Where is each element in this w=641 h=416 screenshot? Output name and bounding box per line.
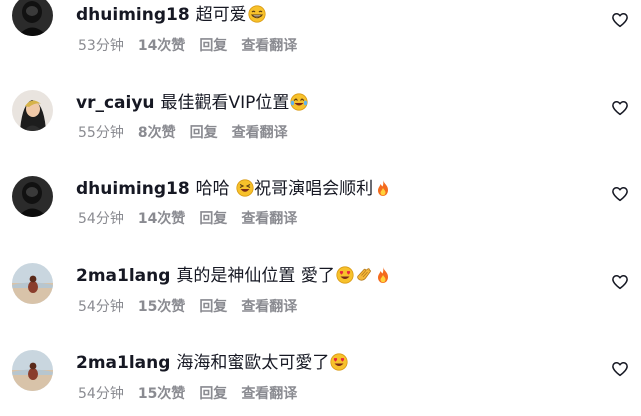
comment-header: vr_caiyu 最佳觀看VIP位置 [76, 90, 309, 116]
fire-emoji [374, 266, 392, 284]
like-count: 8次赞 [137, 125, 176, 141]
like-count: 15次赞 [137, 386, 186, 402]
translate-button[interactable]: 查看翻译 [241, 299, 297, 315]
comment-item: dhuiming18 哈哈 祝哥演唱会顺利 54分钟 14次赞 回复 查看翻译 [0, 172, 641, 252]
dark-avatar-image [12, 0, 53, 36]
comment-header: dhuiming18 哈哈 祝哥演唱会顺利 [76, 176, 392, 202]
comment-meta: 54分钟 15次赞 回复 查看翻译 [78, 384, 311, 404]
heart-eyes-emoji [330, 353, 349, 371]
comment-time: 54分钟 [78, 299, 124, 315]
reply-button[interactable]: 回复 [199, 211, 227, 227]
reply-button[interactable]: 回复 [199, 386, 227, 402]
landscape-avatar-image [12, 350, 53, 391]
fire-emoji [374, 179, 392, 197]
comment-text: 海海和蜜歐太可愛了 [176, 353, 330, 373]
reply-button[interactable]: 回复 [199, 38, 227, 54]
heart-outline-icon[interactable] [611, 185, 629, 203]
comment-item: 2ma1lang 海海和蜜歐太可愛了 54分钟 15次赞 回复 查看翻译 [0, 346, 641, 416]
comment-meta: 53分钟 14次赞 回复 查看翻译 [78, 36, 311, 56]
reply-button[interactable]: 回复 [199, 299, 227, 315]
comment-text: 超可爱 [195, 5, 247, 25]
translate-button[interactable]: 查看翻译 [241, 211, 297, 227]
reply-button[interactable]: 回复 [190, 125, 218, 141]
dark-avatar-image [12, 176, 53, 217]
username[interactable]: 2ma1lang [76, 353, 170, 373]
grin-emoji [248, 5, 266, 23]
comment-item: 2ma1lang 真的是神仙位置 愛了 54分钟 15次赞 回复 查看翻译 [0, 259, 641, 339]
avatar[interactable] [12, 176, 53, 217]
username[interactable]: dhuiming18 [76, 179, 190, 199]
like-count: 14次赞 [137, 38, 186, 54]
like-count: 15次赞 [137, 299, 186, 315]
translate-button[interactable]: 查看翻译 [232, 125, 288, 141]
heart-eyes-emoji [336, 266, 354, 284]
comment-text-continued: 祝哥演唱会顺利 [254, 179, 374, 199]
comment-text: 最佳觀看VIP位置 [160, 93, 290, 113]
comment-header: 2ma1lang 真的是神仙位置 愛了 [76, 263, 392, 289]
username[interactable]: 2ma1lang [76, 266, 170, 286]
squint-laugh-emoji [236, 179, 254, 197]
avatar[interactable] [12, 90, 53, 131]
comment-meta: 55分钟 8次赞 回复 查看翻译 [78, 123, 302, 143]
comment-time: 53分钟 [78, 38, 124, 54]
comment-text: 真的是神仙位置 愛了 [176, 266, 335, 286]
comment-text: 哈哈 [195, 179, 230, 199]
landscape-avatar-image [12, 263, 53, 304]
comment-header: dhuiming18 超可爱 [76, 2, 266, 28]
heart-outline-icon[interactable] [611, 99, 629, 117]
comment-item: dhuiming18 超可爱 53分钟 14次赞 回复 查看翻译 [0, 0, 641, 80]
translate-button[interactable]: 查看翻译 [241, 38, 297, 54]
username[interactable]: vr_caiyu [76, 93, 155, 113]
comment-meta: 54分钟 15次赞 回复 查看翻译 [78, 297, 311, 317]
laugh-tears-emoji [290, 93, 309, 111]
heart-outline-icon[interactable] [611, 360, 629, 378]
comment-time: 55分钟 [78, 125, 124, 141]
translate-button[interactable]: 查看翻译 [241, 386, 297, 402]
clap-emoji [355, 266, 373, 284]
comment-header: 2ma1lang 海海和蜜歐太可愛了 [76, 350, 349, 376]
avatar[interactable] [12, 263, 53, 304]
comment-meta: 54分钟 14次赞 回复 查看翻译 [78, 209, 311, 229]
heart-outline-icon[interactable] [611, 11, 629, 29]
comment-time: 54分钟 [78, 211, 124, 227]
avatar[interactable] [12, 350, 53, 391]
heart-outline-icon[interactable] [611, 273, 629, 291]
comment-list: dhuiming18 超可爱 53分钟 14次赞 回复 查看翻译 vr_caiyu 最佳觀… [0, 0, 641, 416]
avatar[interactable] [12, 0, 53, 36]
comment-item: vr_caiyu 最佳觀看VIP位置 55分钟 8次赞 回复 查看翻译 [0, 86, 641, 166]
like-count: 14次赞 [137, 211, 186, 227]
comment-time: 54分钟 [78, 386, 124, 402]
girl-avatar-image [12, 90, 53, 131]
username[interactable]: dhuiming18 [76, 5, 190, 25]
